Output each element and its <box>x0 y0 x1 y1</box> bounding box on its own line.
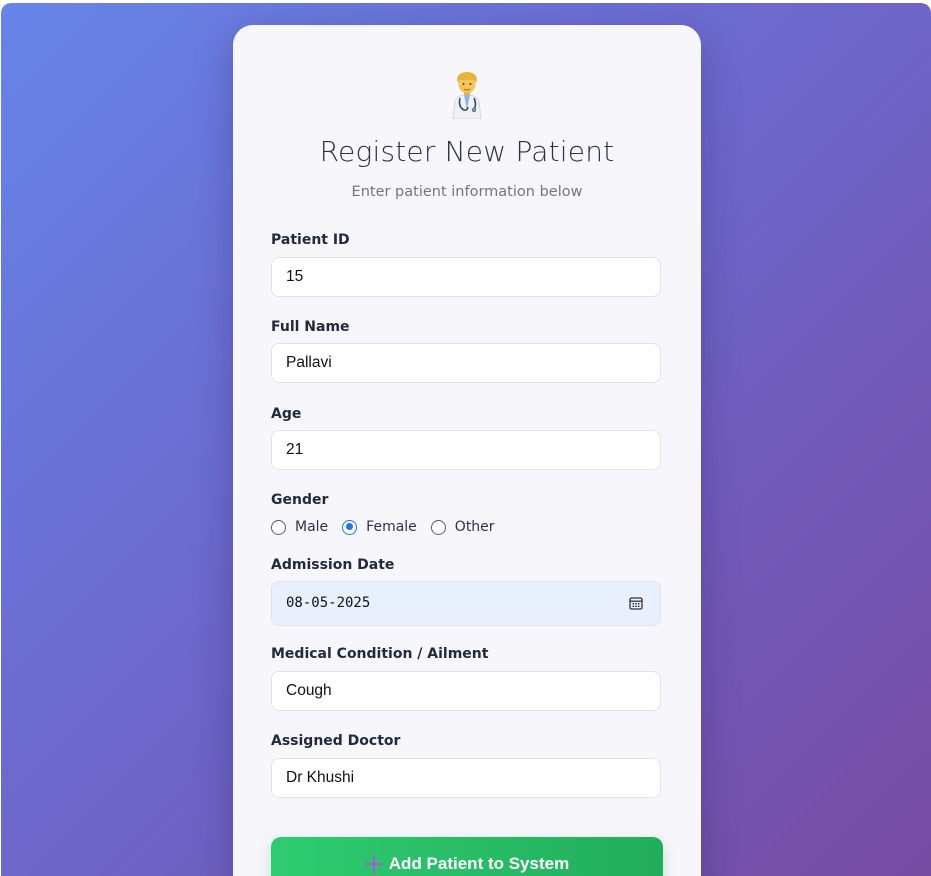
female-radio[interactable] <box>342 519 358 535</box>
male-radio-label: Male <box>295 519 329 535</box>
gender-radio-group: Male Female Other <box>271 517 509 537</box>
add-patient-button[interactable]: Add Patient to System <box>271 837 663 876</box>
doctor-emoji-icon <box>233 69 701 121</box>
patient-id-field[interactable]: 15 <box>271 257 661 297</box>
doctor-label: Assigned Doctor <box>271 733 401 749</box>
gender-option-other[interactable]: Other <box>430 519 495 535</box>
page-subtitle: Enter patient information below <box>351 184 583 200</box>
other-radio[interactable] <box>430 519 446 535</box>
gender-option-female[interactable]: Female <box>342 519 417 535</box>
male-radio[interactable] <box>271 519 286 535</box>
condition-label: Medical Condition / Ailment <box>271 646 489 662</box>
full-name-label: Full Name <box>271 319 350 335</box>
plus-icon <box>364 855 383 873</box>
female-radio-label: Female <box>366 519 417 535</box>
condition-field[interactable]: Cough <box>271 671 661 711</box>
register-patient-card: Register New Patient Enter patient infor… <box>233 25 701 876</box>
calendar-icon[interactable] <box>628 595 644 611</box>
patient-id-label: Patient ID <box>271 232 350 248</box>
admission-date-field[interactable]: 08-05-2025 <box>271 581 661 626</box>
age-label: Age <box>271 406 302 422</box>
add-patient-button-label: Add Patient to System <box>388 854 570 873</box>
gender-option-male[interactable]: Male <box>271 519 328 535</box>
page-title: Register New Patient <box>319 135 615 168</box>
gender-label: Gender <box>271 492 329 508</box>
admission-date-value: 08-05-2025 <box>286 595 371 611</box>
page-background: Register New Patient Enter patient infor… <box>1 3 931 876</box>
admission-date-label: Admission Date <box>271 557 395 573</box>
age-field[interactable]: 21 <box>271 430 661 470</box>
doctor-field[interactable]: Dr Khushi <box>271 758 661 798</box>
full-name-field[interactable]: Pallavi <box>271 343 661 383</box>
other-radio-label: Other <box>454 519 495 535</box>
